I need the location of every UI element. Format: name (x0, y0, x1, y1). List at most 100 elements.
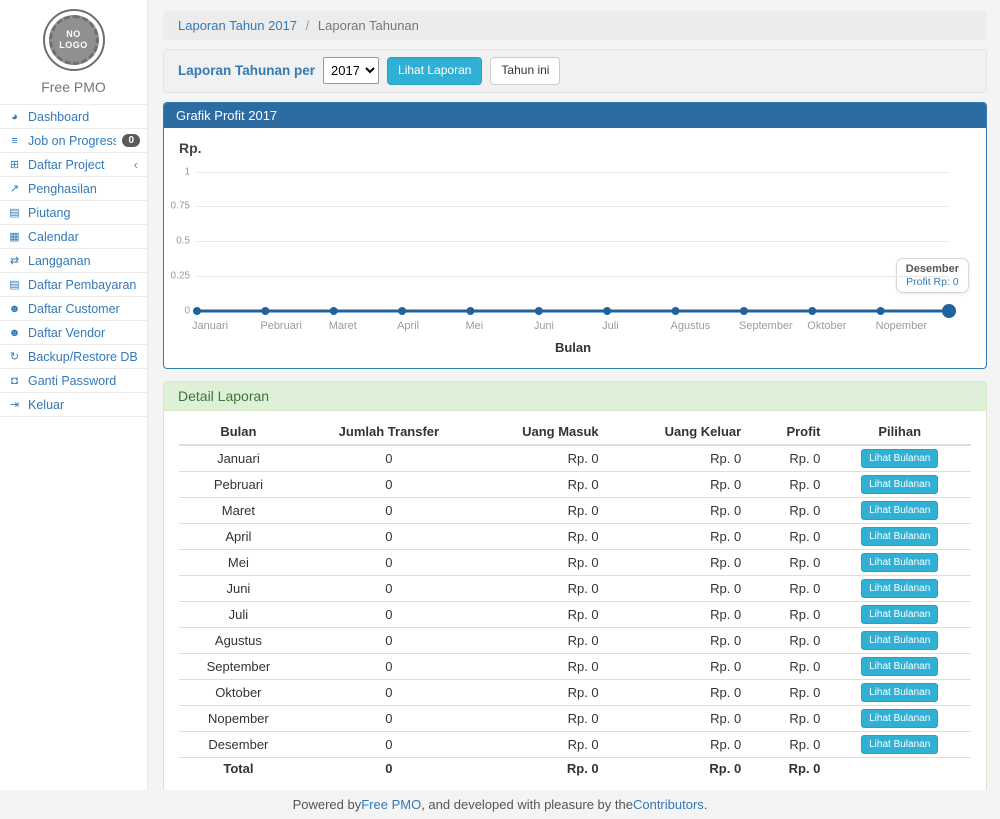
table-row: Nopember0Rp. 0Rp. 0Rp. 0Lihat Bulanan (179, 705, 971, 731)
cell-uang_masuk: Rp. 0 (480, 445, 607, 472)
x-tick-label: Juni (534, 320, 554, 332)
table-row: Maret0Rp. 0Rp. 0Rp. 0Lihat Bulanan (179, 497, 971, 523)
view-monthly-button-desember[interactable]: Lihat Bulanan (861, 735, 938, 754)
sidebar-item-label: Langganan (28, 254, 140, 268)
lock-icon: ◘ (7, 375, 22, 387)
view-monthly-button-april[interactable]: Lihat Bulanan (861, 527, 938, 546)
view-monthly-button-pebruari[interactable]: Lihat Bulanan (861, 475, 938, 494)
cell-bulan: Agustus (179, 627, 298, 653)
page-footer: Powered by Free PMO , and developed with… (0, 790, 1000, 819)
sidebar-item-calendar[interactable]: ▦ Calendar (0, 225, 147, 249)
year-select[interactable]: 2017 (323, 57, 379, 84)
data-point-juni[interactable] (535, 307, 543, 315)
cell-uang_keluar: Rp. 0 (607, 705, 750, 731)
cell-jumlah_transfer: 0 (298, 445, 480, 472)
sidebar-item-daftar-project[interactable]: ⊞Daftar Project‹ (0, 153, 147, 177)
sidebar-item-label: Daftar Pembayaran (28, 278, 140, 292)
view-monthly-button-juli[interactable]: Lihat Bulanan (861, 605, 938, 624)
table-icon: ⊞ (7, 158, 22, 171)
sidebar-item-keluar[interactable]: ⇥Keluar (0, 393, 147, 417)
data-point-desember[interactable] (942, 304, 956, 318)
breadcrumb-link[interactable]: Laporan Tahun 2017 (178, 18, 297, 33)
sidebar-item-backup-restore-db[interactable]: ↻Backup/Restore DB (0, 345, 147, 369)
breadcrumb-current: Laporan Tahunan (318, 18, 419, 33)
view-monthly-button-agustus[interactable]: Lihat Bulanan (861, 631, 938, 650)
cell-bulan: Maret (179, 497, 298, 523)
sidebar-item-label: Ganti Password (28, 374, 140, 388)
sidebar-item-dashboard[interactable]: ◕Dashboard (0, 105, 147, 129)
cell-uang_masuk: Rp. 0 (480, 523, 607, 549)
view-monthly-button-maret[interactable]: Lihat Bulanan (861, 501, 938, 520)
data-point-mei[interactable] (466, 307, 474, 315)
column-header-profit: Profit (749, 419, 828, 445)
calendar-icon: ▦ (7, 230, 22, 243)
x-tick-label: April (397, 320, 419, 332)
detail-panel-title: Detail Laporan (164, 382, 986, 411)
table-row: Agustus0Rp. 0Rp. 0Rp. 0Lihat Bulanan (179, 627, 971, 653)
sidebar-item-daftar-pembayaran[interactable]: ▤Daftar Pembayaran (0, 273, 147, 297)
data-point-agustus[interactable] (672, 307, 680, 315)
sidebar-item-job-on-progress[interactable]: ≡Job on Progress0 (0, 129, 147, 153)
view-monthly-button-september[interactable]: Lihat Bulanan (861, 657, 938, 676)
cell-pilihan: Lihat Bulanan (828, 653, 971, 679)
logo-text-line2: LOGO (59, 40, 88, 51)
footer-link-contributors[interactable]: Contributors (633, 797, 704, 812)
data-point-januari[interactable] (193, 307, 201, 315)
cell-jumlah_transfer: 0 (298, 549, 480, 575)
cell-profit: Rp. 0 (749, 627, 828, 653)
table-row: Januari0Rp. 0Rp. 0Rp. 0Lihat Bulanan (179, 445, 971, 472)
sidebar-item-label: Calendar (28, 230, 140, 244)
cell-pilihan: Lihat Bulanan (828, 601, 971, 627)
footer-link-free-pmo[interactable]: Free PMO (361, 797, 421, 812)
cell-profit: Rp. 0 (749, 679, 828, 705)
sidebar-item-piutang[interactable]: ▤Piutang (0, 201, 147, 225)
total-uang_masuk: Rp. 0 (480, 757, 607, 779)
view-monthly-button-oktober[interactable]: Lihat Bulanan (861, 683, 938, 702)
data-point-pebruari[interactable] (261, 307, 269, 315)
view-monthly-button-juni[interactable]: Lihat Bulanan (861, 579, 938, 598)
sidebar-item-penghasilan[interactable]: ↗Penghasilan (0, 177, 147, 201)
view-monthly-button-januari[interactable]: Lihat Bulanan (861, 449, 938, 468)
cell-pilihan: Lihat Bulanan (828, 497, 971, 523)
x-tick-label: Maret (329, 320, 357, 332)
data-point-juli[interactable] (603, 307, 611, 315)
dashboard-icon: ◕ (7, 111, 22, 123)
sidebar-item-label: Backup/Restore DB (28, 350, 140, 364)
cell-profit: Rp. 0 (749, 731, 828, 757)
cell-uang_keluar: Rp. 0 (607, 731, 750, 757)
logo-text-line1: NO (66, 29, 81, 40)
data-point-april[interactable] (398, 307, 406, 315)
sidebar-item-label: Penghasilan (28, 182, 140, 196)
cell-bulan: Oktober (179, 679, 298, 705)
data-point-maret[interactable] (330, 307, 338, 315)
tasks-icon: ≡ (7, 135, 22, 147)
cell-profit: Rp. 0 (749, 705, 828, 731)
data-point-oktober[interactable] (808, 307, 816, 315)
sidebar-menu: ◕Dashboard≡Job on Progress0⊞Daftar Proje… (0, 104, 147, 417)
cell-uang_masuk: Rp. 0 (480, 627, 607, 653)
report-table: BulanJumlah TransferUang MasukUang Kelua… (179, 419, 971, 779)
cell-uang_masuk: Rp. 0 (480, 601, 607, 627)
view-monthly-button-mei[interactable]: Lihat Bulanan (861, 553, 938, 572)
sidebar-item-label: Keluar (28, 398, 140, 412)
money-icon: ▤ (7, 206, 22, 219)
sidebar-item-ganti-password[interactable]: ◘ Ganti Password (0, 369, 147, 393)
x-tick-label: Oktober (807, 320, 846, 332)
sidebar-item-daftar-customer[interactable]: ☻Daftar Customer (0, 297, 147, 321)
data-point-september[interactable] (740, 307, 748, 315)
current-year-button[interactable]: Tahun ini (490, 57, 560, 85)
sidebar-item-label: Job on Progress (28, 134, 116, 148)
cell-jumlah_transfer: 0 (298, 497, 480, 523)
x-tick-label: Nopember (876, 320, 927, 332)
cell-pilihan: Lihat Bulanan (828, 705, 971, 731)
data-point-nopember[interactable] (877, 307, 885, 315)
table-row: April0Rp. 0Rp. 0Rp. 0Lihat Bulanan (179, 523, 971, 549)
sidebar-item-label: Daftar Customer (28, 302, 140, 316)
view-report-button[interactable]: Lihat Laporan (387, 57, 482, 85)
y-tick-label: 1 (184, 166, 190, 177)
view-monthly-button-nopember[interactable]: Lihat Bulanan (861, 709, 938, 728)
sidebar-item-daftar-vendor[interactable]: ☻Daftar Vendor (0, 321, 147, 345)
sidebar-item-langganan[interactable]: ⇄Langganan (0, 249, 147, 273)
sidebar-item-label: Daftar Project (28, 158, 128, 172)
x-tick-label: Agustus (671, 320, 711, 332)
